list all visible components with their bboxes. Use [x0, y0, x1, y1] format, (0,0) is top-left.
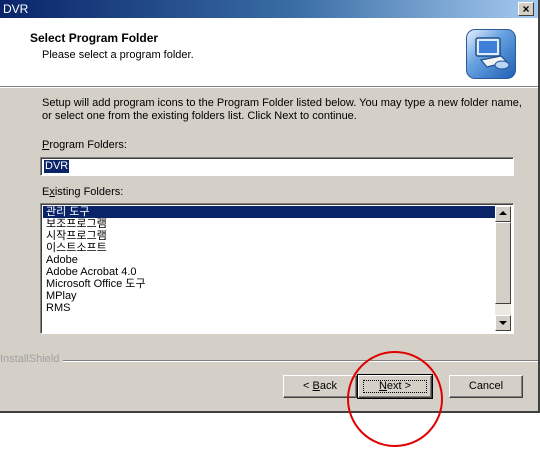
- folder-list-item[interactable]: Adobe: [43, 254, 495, 266]
- wizard-header: Select Program Folder Please select a pr…: [0, 18, 538, 86]
- scroll-down-button[interactable]: [495, 315, 511, 331]
- back-button[interactable]: < Back: [283, 375, 357, 398]
- existing-folders-label-text: isting Folders:: [54, 186, 124, 198]
- title-bar[interactable]: DVR ×: [0, 0, 538, 18]
- instructions-text: Setup will add program icons to the Prog…: [42, 97, 522, 122]
- down-arrow-icon: [499, 321, 507, 325]
- header-divider: [0, 86, 538, 88]
- back-rest: ack: [319, 380, 337, 392]
- folder-list-item[interactable]: Adobe Acrobat 4.0: [43, 266, 495, 278]
- installshield-brand: InstallShield: [0, 353, 64, 365]
- scroll-thumb[interactable]: [495, 222, 511, 304]
- scroll-up-button[interactable]: [495, 206, 511, 222]
- page-subtitle: Please select a program folder.: [42, 49, 194, 61]
- folder-list-item[interactable]: MPlay: [43, 290, 495, 302]
- close-button[interactable]: ×: [518, 2, 534, 16]
- list-scrollbar[interactable]: [495, 206, 511, 331]
- close-icon: ×: [522, 2, 530, 16]
- back-button-label: < Back: [303, 380, 337, 392]
- installer-dialog: DVR × Select Program Folder Please selec…: [0, 0, 540, 413]
- folder-list-item[interactable]: Microsoft Office 도구: [43, 278, 495, 290]
- folder-list-item[interactable]: RMS: [43, 302, 495, 314]
- page-title: Select Program Folder: [30, 31, 159, 45]
- footer-divider: [60, 360, 538, 362]
- annotation-circle: [347, 351, 443, 447]
- up-arrow-icon: [499, 211, 507, 215]
- back-mnemonic: B: [312, 380, 320, 392]
- cancel-button[interactable]: Cancel: [449, 375, 523, 398]
- program-folders-label: Program Folders:: [42, 139, 127, 151]
- folder-list-item[interactable]: 보조프로그램: [43, 218, 495, 230]
- existing-folders-list[interactable]: 관리 도구 보조프로그램 시작프로그램 이스트소프트 Adobe Adobe A…: [40, 203, 514, 334]
- installer-computer-icon: [466, 29, 516, 79]
- cancel-button-label: Cancel: [468, 380, 504, 392]
- existing-folders-label: Existing Folders:: [42, 186, 123, 198]
- folder-list-item[interactable]: 시작프로그램: [43, 230, 495, 242]
- folder-list-item[interactable]: 이스트소프트: [43, 242, 495, 254]
- program-folder-value: DVR: [44, 160, 70, 173]
- program-folder-input[interactable]: DVR: [40, 157, 514, 176]
- program-folders-label-text: rogram Folders:: [49, 139, 127, 151]
- back-prefix: <: [303, 380, 313, 392]
- folder-list-item[interactable]: 관리 도구: [43, 206, 495, 218]
- window-title: DVR: [3, 2, 29, 16]
